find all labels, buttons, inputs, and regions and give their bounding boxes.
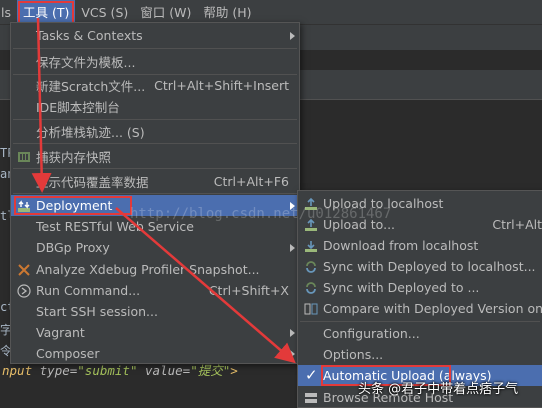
menu-item-label: Tasks & Contexts — [36, 28, 143, 43]
submenu-item-label: Download from localhost — [323, 238, 479, 253]
menu-help[interactable]: 帮助 (H) — [197, 0, 257, 25]
menu-item-label: 捕获内存快照 — [36, 150, 112, 165]
menu-separator — [13, 168, 297, 169]
submenu-item-label: Sync with Deployed to ... — [323, 280, 480, 295]
submenu-item-upload-to[interactable]: Upload to... Ctrl+Alt — [298, 214, 542, 235]
code-attr: value= — [137, 363, 191, 378]
menu-item-label: DBGp Proxy — [36, 240, 110, 255]
menu-item-save-template[interactable]: 保存文件为模板... — [11, 51, 299, 72]
upload-icon — [302, 195, 320, 213]
menu-separator — [13, 143, 297, 144]
compare-icon — [302, 300, 320, 318]
menu-item-label: IDE脚本控制台 — [36, 100, 120, 115]
submenu-item-label: Configuration... — [323, 326, 420, 341]
menu-item-test-restful[interactable]: Test RESTful Web Service — [11, 216, 299, 237]
menu-separator — [13, 119, 297, 120]
menu-item-composer[interactable]: Composer — [11, 343, 299, 364]
menu-separator — [13, 193, 297, 194]
menu-item-memory-snapshot[interactable]: 捕获内存快照 — [11, 146, 299, 167]
menu-item-vagrant[interactable]: Vagrant — [11, 322, 299, 343]
menu-item-label: 新建Scratch文件... — [36, 79, 146, 94]
menu-item-label: 分析堆栈轨迹... (S) — [36, 125, 145, 140]
submenu-item-label: Upload to... — [323, 217, 396, 232]
sync-icon — [302, 258, 320, 276]
submenu-arrow-icon — [290, 349, 295, 358]
menu-tools[interactable]: 工具 (T) — [17, 0, 76, 25]
remote-host-icon — [302, 389, 320, 407]
menu-item-new-scratch[interactable]: 新建Scratch文件... Ctrl+Alt+Shift+Insert — [11, 75, 299, 96]
menu-window[interactable]: 窗口 (W) — [134, 0, 197, 25]
menu-item-shortcut: Ctrl+Shift+X — [208, 283, 289, 298]
submenu-arrow-icon — [290, 31, 295, 40]
code-value: "submit" — [77, 363, 138, 378]
submenu-item-compare-deployed[interactable]: Compare with Deployed Version on lo — [298, 298, 542, 319]
code-tag-end: > — [230, 363, 238, 378]
submenu-item-shortcut: Ctrl+Alt — [492, 217, 542, 232]
menu-item-deployment[interactable]: Deployment — [11, 195, 299, 216]
menu-item-dbgp-proxy[interactable]: DBGp Proxy — [11, 237, 299, 258]
menu-item-label: Vagrant — [36, 325, 85, 340]
menu-item-partial[interactable]: ls — [0, 0, 17, 25]
toutiao-watermark: 头条 @君子中带着点痞子气 — [358, 382, 519, 397]
upload-icon — [302, 216, 320, 234]
memory-snapshot-icon — [15, 148, 33, 166]
menu-item-label: 显示代码覆盖率数据 — [36, 175, 149, 190]
menu-vcs[interactable]: VCS (S) — [75, 0, 134, 25]
submenu-item-configuration[interactable]: Configuration... — [298, 323, 542, 344]
menu-item-label: Test RESTful Web Service — [36, 219, 194, 234]
menu-item-code-coverage[interactable]: 显示代码覆盖率数据 Ctrl+Alt+F6 — [11, 171, 299, 192]
menu-item-start-ssh[interactable]: Start SSH session... — [11, 301, 299, 322]
submenu-item-download-localhost[interactable]: Download from localhost — [298, 235, 542, 256]
menu-separator — [13, 48, 297, 49]
submenu-item-sync-localhost[interactable]: Sync with Deployed to localhost... — [298, 256, 542, 277]
submenu-arrow-icon — [290, 201, 295, 210]
menu-item-label: 保存文件为模板... — [36, 55, 136, 70]
submenu-arrow-icon — [290, 328, 295, 337]
menu-item-run-command[interactable]: Run Command... Ctrl+Shift+X — [11, 280, 299, 301]
submenu-item-options[interactable]: Options... — [298, 344, 542, 365]
menu-item-shortcut: Ctrl+Alt+Shift+Insert — [154, 78, 289, 93]
submenu-item-label: Options... — [323, 347, 384, 362]
menu-item-label: Analyze Xdebug Profiler Snapshot... — [36, 262, 260, 277]
submenu-arrow-icon — [290, 243, 295, 252]
code-tag: nput — [2, 363, 40, 378]
menu-item-ide-console[interactable]: IDE脚本控制台 — [11, 96, 299, 117]
menu-item-analyze-stacktrace[interactable]: 分析堆栈轨迹... (S) — [11, 121, 299, 142]
xdebug-profiler-icon — [15, 261, 33, 279]
menu-item-xdebug-profiler[interactable]: Analyze Xdebug Profiler Snapshot... — [11, 259, 299, 280]
submenu-item-sync-deployed[interactable]: Sync with Deployed to ... — [298, 277, 542, 298]
code-attr: type= — [39, 363, 78, 378]
submenu-item-upload-localhost[interactable]: Upload to localhost — [298, 193, 542, 214]
menu-item-tasks-contexts[interactable]: Tasks & Contexts — [11, 25, 299, 46]
run-command-icon — [15, 282, 33, 300]
checkmark-icon: ✓ — [305, 366, 318, 384]
menu-item-label: Composer — [36, 346, 100, 361]
highlight-box — [14, 196, 132, 215]
menu-item-shortcut: Ctrl+Alt+F6 — [213, 174, 289, 189]
sync-icon — [302, 279, 320, 297]
submenu-item-label: Upload to localhost — [323, 196, 444, 211]
submenu-item-label: Compare with Deployed Version on lo — [323, 301, 542, 316]
submenu-item-label: Sync with Deployed to localhost... — [323, 259, 536, 274]
menu-separator — [300, 321, 540, 322]
menu-item-label: Start SSH session... — [36, 304, 158, 319]
menu-item-label: Run Command... — [36, 283, 141, 298]
deployment-submenu: Upload to localhost Upload to... Ctrl+Al… — [297, 190, 542, 408]
tools-menu: Tasks & Contexts 保存文件为模板... 新建Scratch文件.… — [10, 22, 300, 364]
code-value: "提交" — [190, 363, 231, 378]
download-icon — [302, 237, 320, 255]
